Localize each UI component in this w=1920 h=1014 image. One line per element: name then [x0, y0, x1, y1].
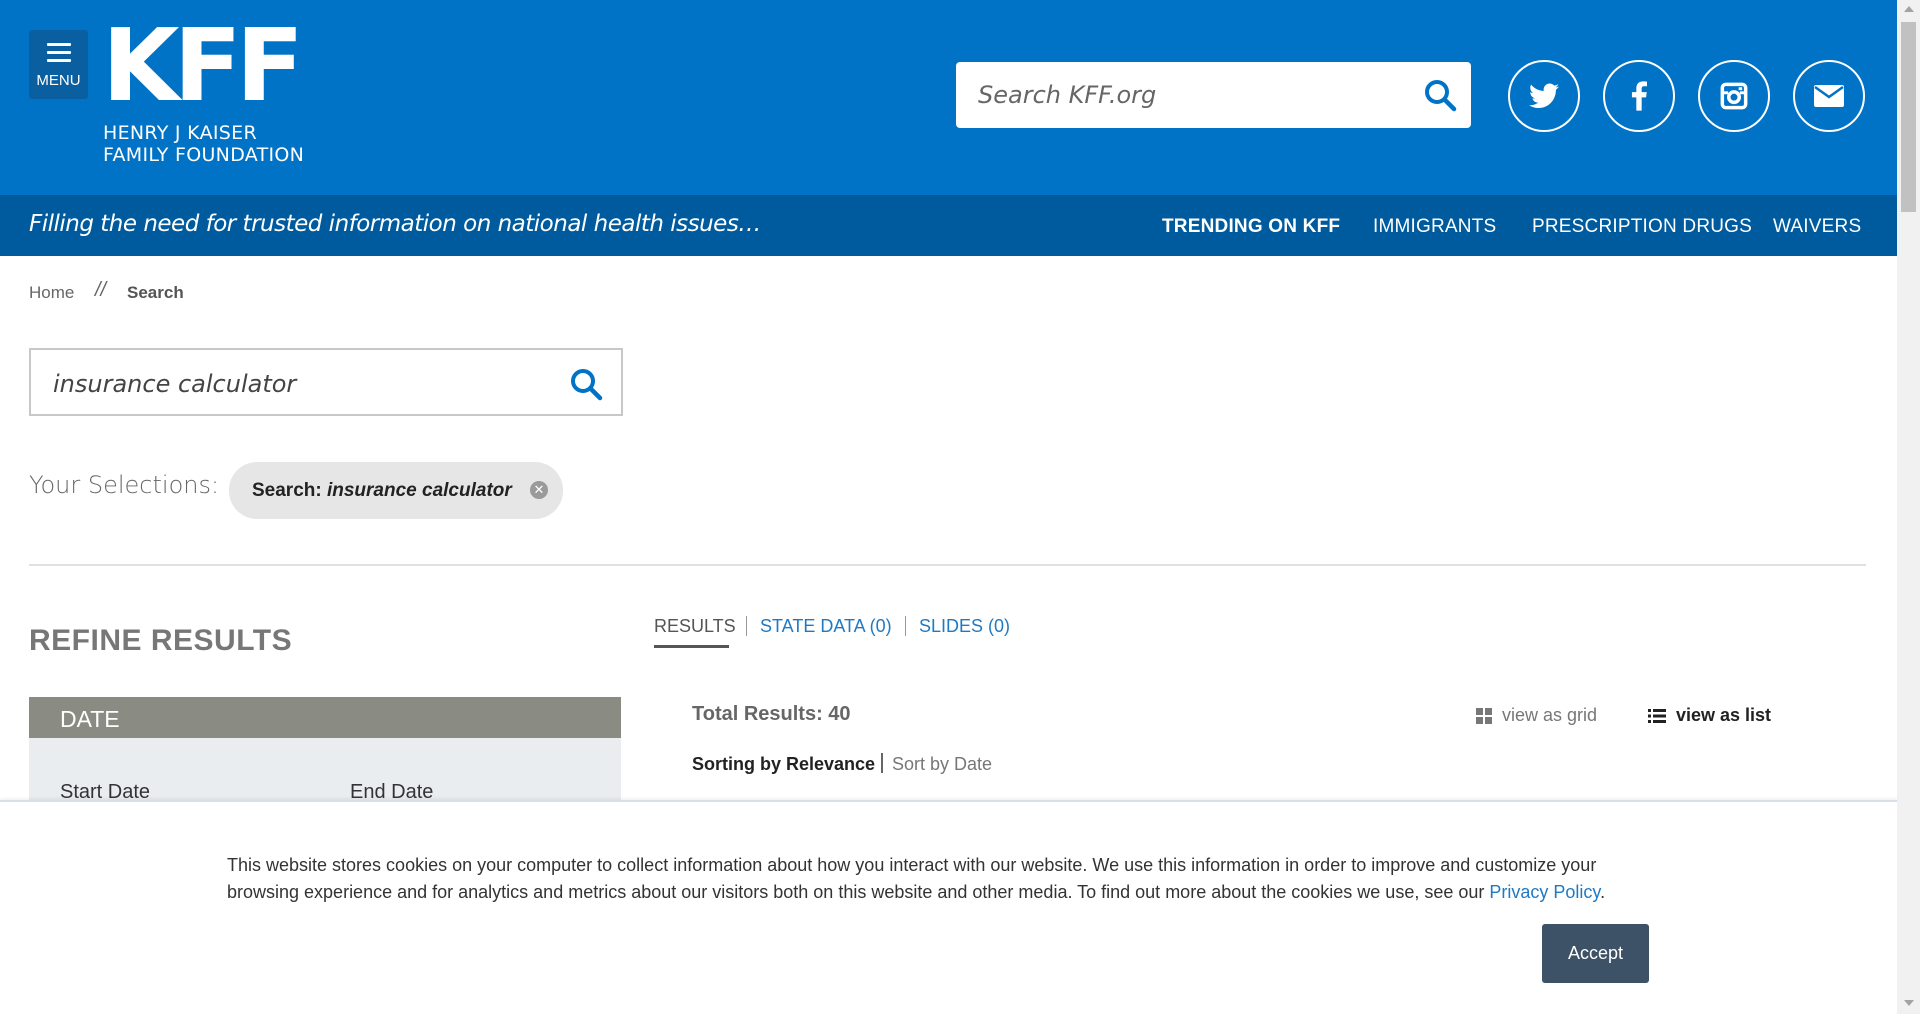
tab-slides[interactable]: SLIDES (0) [919, 616, 1010, 637]
tab-separator [746, 616, 747, 636]
email-button[interactable] [1793, 60, 1865, 132]
trending-link-immigrants[interactable]: IMMIGRANTS [1373, 216, 1496, 238]
trending-label: TRENDING ON KFF [1162, 216, 1341, 237]
cookie-text: This website stores cookies on your comp… [227, 852, 1637, 906]
refine-results-title: REFINE RESULTS [29, 624, 293, 657]
twitter-icon [1529, 83, 1559, 108]
search-box [29, 348, 623, 416]
menu-label: MENU [36, 72, 81, 89]
tagline-bar: Filling the need for trusted information… [0, 195, 1897, 256]
logo-subtitle: HENRY J KAISER FAMILY FOUNDATION [103, 122, 304, 166]
scrollbar[interactable] [1897, 0, 1920, 1014]
view-as-list-button[interactable]: view as list [1648, 705, 1771, 726]
twitter-button[interactable] [1508, 60, 1580, 132]
privacy-policy-link[interactable]: Privacy Policy [1489, 882, 1600, 902]
header-search-button[interactable] [1423, 78, 1457, 112]
remove-selection-close-icon[interactable]: ✕ [530, 481, 548, 499]
date-filter-title: DATE [60, 706, 120, 732]
header-search-input[interactable] [976, 74, 1400, 116]
tab-state-data[interactable]: STATE DATA (0) [760, 616, 892, 637]
tab-results-underline [654, 645, 729, 648]
search-icon [571, 369, 603, 401]
list-icon [1648, 709, 1666, 724]
search-input[interactable] [51, 363, 535, 405]
email-icon [1814, 85, 1844, 107]
scroll-down-arrow-icon[interactable] [1904, 1000, 1914, 1006]
facebook-icon [1631, 81, 1647, 111]
chip-text: Search: insurance calculator [252, 480, 512, 502]
facebook-button[interactable] [1603, 60, 1675, 132]
tab-separator [905, 616, 906, 636]
breadcrumb-separator: // [95, 279, 107, 301]
breadcrumb-current: Search [127, 283, 184, 302]
sort-separator [881, 753, 883, 773]
cookie-banner: This website stores cookies on your comp… [0, 800, 1897, 1014]
view-as-list-label: view as list [1676, 705, 1772, 725]
cookie-message: This website stores cookies on your comp… [227, 855, 1597, 902]
total-results: Total Results: 40 [692, 703, 851, 725]
tab-results[interactable]: RESULTS [654, 616, 736, 637]
instagram-icon [1720, 82, 1748, 110]
scroll-up-arrow-icon[interactable] [1904, 6, 1914, 12]
page: MENU KFF HENRY J KAISER FAMILY FOUNDATIO… [0, 0, 1897, 1014]
logo-line-1: HENRY J KAISER [103, 122, 257, 144]
site-header: MENU KFF HENRY J KAISER FAMILY FOUNDATIO… [0, 0, 1897, 195]
header-search [956, 62, 1471, 128]
sort-by-relevance[interactable]: Sorting by Relevance [692, 754, 875, 775]
divider [29, 564, 1866, 566]
logo-letters: KFF [102, 7, 304, 124]
search-button[interactable] [569, 367, 603, 401]
search-icon [1425, 80, 1457, 112]
scroll-thumb[interactable] [1901, 22, 1916, 212]
cookie-message-end: . [1600, 882, 1606, 902]
sort-by-date[interactable]: Sort by Date [892, 754, 992, 775]
hamburger-icon [47, 43, 71, 67]
grid-icon [1476, 708, 1492, 725]
kff-logo[interactable]: KFF HENRY J KAISER FAMILY FOUNDATION [102, 16, 317, 167]
selections-label: Your Selections: [29, 471, 220, 499]
view-as-grid-label: view as grid [1502, 705, 1598, 725]
site-tagline: Filling the need for trusted information… [29, 211, 761, 237]
trending-link-waivers[interactable]: WAIVERS [1773, 216, 1861, 238]
accept-cookies-button[interactable]: Accept [1542, 924, 1649, 983]
chip-value: insurance calculator [326, 480, 512, 501]
logo-line-2: FAMILY FOUNDATION [103, 144, 305, 166]
instagram-button[interactable] [1698, 60, 1770, 132]
trending-link-prescription-drugs[interactable]: PRESCRIPTION DRUGS [1532, 216, 1752, 238]
menu-button[interactable]: MENU [29, 30, 88, 99]
view-as-grid-button[interactable]: view as grid [1476, 705, 1597, 726]
breadcrumb-home[interactable]: Home [29, 283, 74, 303]
selection-chip: Search: insurance calculator ✕ [229, 462, 563, 519]
date-filter: DATE Start Date End Date [29, 697, 621, 817]
date-filter-header[interactable]: DATE [29, 697, 621, 738]
chip-key: Search: [252, 480, 322, 501]
